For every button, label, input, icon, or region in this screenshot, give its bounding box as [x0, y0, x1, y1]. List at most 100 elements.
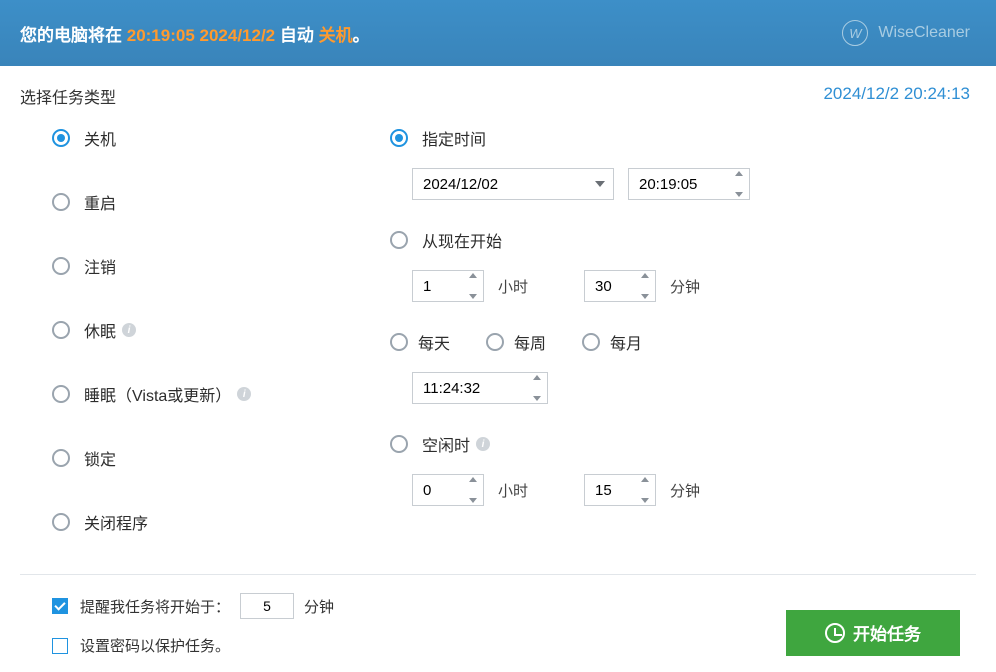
task-type-column: 关机重启注销休眠i 睡眠（Vista或更新） i 锁定关闭程序	[52, 126, 390, 574]
idle-hours-unit: 小时	[498, 480, 528, 501]
date-value: 2024/12/02	[423, 176, 498, 193]
chevron-down-icon[interactable]	[641, 498, 649, 503]
task-type-4[interactable]: 睡眠（Vista或更新） i	[52, 382, 390, 406]
radio-label: 关闭程序	[84, 510, 148, 534]
radio-icon	[52, 257, 70, 275]
idle-fields: 0 小时 15 分钟	[412, 474, 976, 506]
time-value: 20:19:05	[639, 176, 697, 193]
task-type-0[interactable]: 关机	[52, 126, 390, 150]
radio-icon	[52, 513, 70, 531]
msg-suffix: 。	[353, 26, 370, 45]
recur-time-value: 11:24:32	[423, 380, 480, 397]
radio-label: 睡眠（Vista或更新）	[84, 382, 231, 406]
hours-spinner[interactable]: 1	[412, 270, 484, 302]
chevron-up-icon[interactable]	[641, 477, 649, 482]
chevron-down-icon[interactable]	[469, 294, 477, 299]
radio-icon	[52, 385, 70, 403]
msg-action: 关机	[319, 26, 353, 45]
msg-mid: 自动	[275, 26, 318, 45]
schedule-monthly-radio[interactable]: 每月	[582, 330, 642, 354]
info-icon[interactable]: i	[476, 437, 490, 451]
brand-icon: W	[842, 20, 868, 46]
radio-icon	[486, 333, 504, 351]
msg-prefix: 您的电脑将在	[20, 26, 127, 45]
radio-label: 每天	[418, 330, 450, 354]
radio-icon	[52, 193, 70, 211]
remind-unit: 分钟	[304, 596, 334, 617]
remind-minutes-input[interactable]	[240, 593, 294, 619]
fromnow-fields: 1 小时 30 分钟	[412, 270, 976, 302]
chevron-up-icon[interactable]	[735, 171, 743, 176]
date-select[interactable]: 2024/12/02	[412, 168, 614, 200]
chevron-down-icon	[595, 181, 605, 187]
radio-icon	[52, 321, 70, 339]
time-spinner[interactable]: 20:19:05	[628, 168, 750, 200]
spin-controls[interactable]	[465, 477, 481, 503]
spin-controls[interactable]	[465, 273, 481, 299]
chevron-up-icon[interactable]	[533, 375, 541, 380]
chevron-up-icon[interactable]	[469, 477, 477, 482]
radio-icon	[52, 129, 70, 147]
schedule-idle-radio[interactable]: 空闲时 i	[390, 432, 976, 456]
header-bar: 您的电脑将在 20:19:05 2024/12/2 自动 关机。 W WiseC…	[0, 0, 996, 66]
header-message: 您的电脑将在 20:19:05 2024/12/2 自动 关机。	[20, 21, 370, 46]
start-task-button[interactable]: 开始任务	[786, 610, 960, 656]
task-type-1[interactable]: 重启	[52, 190, 390, 214]
minutes-spinner[interactable]: 30	[584, 270, 656, 302]
current-time: 2024/12/2 20:24:13	[823, 84, 970, 104]
footer-options: 提醒我任务将开始于： 分钟 设置密码以保护任务。	[52, 593, 334, 672]
password-label: 设置密码以保护任务。	[80, 635, 230, 656]
spin-controls[interactable]	[529, 375, 545, 401]
task-type-2[interactable]: 注销	[52, 254, 390, 278]
remind-checkbox[interactable]	[52, 598, 68, 614]
chevron-down-icon[interactable]	[469, 498, 477, 503]
radio-label: 重启	[84, 190, 116, 214]
radio-label: 从现在开始	[422, 228, 502, 252]
idle-minutes-unit: 分钟	[670, 480, 700, 501]
idle-hours-spinner[interactable]: 0	[412, 474, 484, 506]
recur-time-field: 11:24:32	[412, 372, 976, 404]
chevron-down-icon[interactable]	[533, 396, 541, 401]
schedule-daily-radio[interactable]: 每天	[390, 330, 450, 354]
hours-unit: 小时	[498, 276, 528, 297]
msg-time: 20:19:05 2024/12/2	[127, 26, 275, 45]
radio-label: 关机	[84, 126, 116, 150]
minutes-unit: 分钟	[670, 276, 700, 297]
idle-hours-value: 0	[423, 482, 431, 499]
brand: W WiseCleaner	[842, 20, 970, 46]
recur-time-spinner[interactable]: 11:24:32	[412, 372, 548, 404]
radio-icon	[390, 333, 408, 351]
section-title: 选择任务类型	[20, 84, 116, 108]
spin-controls[interactable]	[637, 273, 653, 299]
spin-controls[interactable]	[637, 477, 653, 503]
specific-time-fields: 2024/12/02 20:19:05	[412, 168, 976, 200]
schedule-fromnow-radio[interactable]: 从现在开始	[390, 228, 976, 252]
brand-label: WiseCleaner	[878, 24, 970, 42]
chevron-up-icon[interactable]	[469, 273, 477, 278]
content: 关机重启注销休眠i 睡眠（Vista或更新） i 锁定关闭程序 指定时间 2024/1…	[0, 116, 996, 574]
minutes-value: 30	[595, 278, 612, 295]
task-type-5[interactable]: 锁定	[52, 446, 390, 470]
radio-label: 每周	[514, 330, 546, 354]
info-icon[interactable]: i	[122, 323, 136, 337]
task-type-6[interactable]: 关闭程序	[52, 510, 390, 534]
radio-icon	[390, 129, 408, 147]
chevron-up-icon[interactable]	[641, 273, 649, 278]
schedule-weekly-radio[interactable]: 每周	[486, 330, 546, 354]
chevron-down-icon[interactable]	[641, 294, 649, 299]
schedule-specific-radio[interactable]: 指定时间	[390, 126, 976, 150]
clock-icon	[825, 623, 845, 643]
idle-minutes-spinner[interactable]: 15	[584, 474, 656, 506]
radio-label: 锁定	[84, 446, 116, 470]
password-checkbox[interactable]	[52, 638, 68, 654]
remind-label: 提醒我任务将开始于：	[80, 596, 230, 617]
radio-label: 指定时间	[422, 126, 486, 150]
info-icon[interactable]: i	[237, 387, 251, 401]
idle-minutes-value: 15	[595, 482, 612, 499]
footer: 提醒我任务将开始于： 分钟 设置密码以保护任务。 开始任务	[0, 575, 996, 672]
radio-label: 空闲时	[422, 432, 470, 456]
radio-icon	[390, 231, 408, 249]
spin-controls[interactable]	[731, 171, 747, 197]
task-type-3[interactable]: 休眠i	[52, 318, 390, 342]
chevron-down-icon[interactable]	[735, 192, 743, 197]
